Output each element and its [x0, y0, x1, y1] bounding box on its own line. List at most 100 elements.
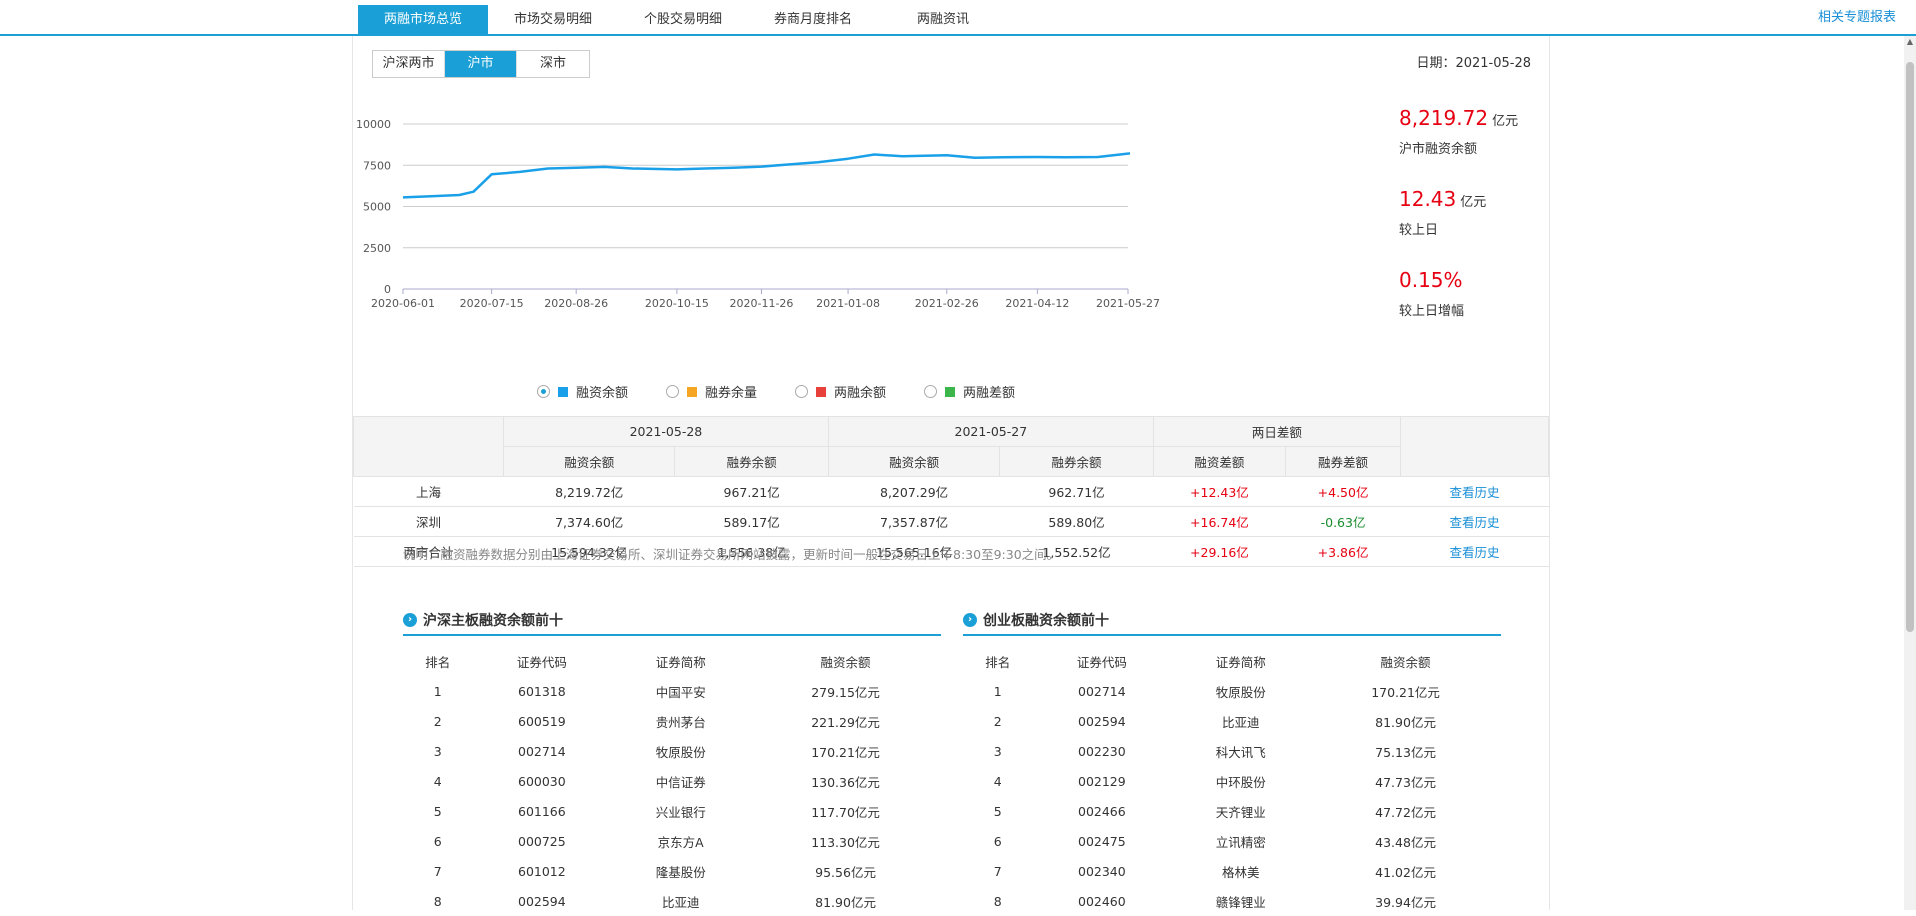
cell: 589.80亿	[999, 506, 1154, 537]
sub-header: 融资差额	[1152, 446, 1287, 477]
color-swatch-icon	[687, 386, 698, 397]
group-header: 2021-05-28	[503, 416, 829, 447]
table-cell: 京东方A	[657, 834, 704, 850]
table-row: 5 002466 天齐锂业 47.72亿元	[963, 796, 1501, 826]
main-content: 沪深两市 沪市 深市 日期：2021-05-28 0 2500 5000 7500 10…	[352, 36, 1550, 910]
scrollbar-thumb[interactable]	[1906, 62, 1914, 632]
diff-cell: +3.86亿	[1285, 536, 1401, 567]
view-history-link[interactable]: 查看历史	[1400, 476, 1549, 507]
balance-value: 8,219.72	[1399, 106, 1489, 130]
color-swatch-icon	[558, 386, 568, 397]
market-tab-sz[interactable]: 深市	[517, 51, 589, 77]
chart-legend: 融资余额 融券余量 两融余额 两融差额	[537, 382, 1015, 401]
table-row: 7 601012 隆基股份 95.56亿元	[403, 856, 941, 886]
table-cell: 47.72亿元	[1375, 804, 1436, 820]
view-history-link[interactable]: 查看历史	[1400, 536, 1549, 567]
tab-broker-ranking[interactable]: 券商月度排名	[748, 5, 878, 34]
sub-header: 融资余额	[502, 446, 676, 477]
table-cell: 比亚迪	[1221, 714, 1260, 730]
table-cell: 39.94亿元	[1375, 894, 1436, 910]
table-row: 4 002129 中环股份 47.73亿元	[963, 766, 1501, 796]
x-tick-label: 2020-07-15	[460, 297, 524, 310]
table-header-row: 排名 证券代码 证券简称 融资余额	[963, 646, 1501, 676]
column-header: 证券简称	[655, 654, 706, 670]
scroll-up-icon[interactable]: ▲	[1904, 36, 1916, 48]
table-cell: 601318	[518, 683, 566, 699]
table-cell: 002340	[1078, 863, 1126, 879]
tab-news[interactable]: 两融资讯	[878, 5, 1008, 34]
top10-table: 排名 证券代码 证券简称 融资余额 1 002714 牧原股份 170.21亿元 2 002594…	[963, 646, 1501, 916]
y-tick-label: 7500	[363, 159, 391, 172]
table-cell: 立讯精密	[1215, 834, 1266, 850]
table-cell: 中国平安	[655, 684, 706, 700]
table-cell: 兴业银行	[655, 804, 706, 820]
table-cell: 75.13亿元	[1375, 744, 1436, 760]
view-history-link[interactable]: 查看历史	[1400, 506, 1549, 537]
column-header: 证券代码	[1076, 654, 1127, 670]
x-tick-label: 2021-02-26	[915, 297, 979, 310]
y-tick-label: 0	[384, 283, 391, 296]
panel-title: › 创业板融资余额前十	[963, 606, 1501, 636]
table-cell: 002594	[1078, 713, 1126, 729]
table-row: 3 002714 牧原股份 170.21亿元	[403, 736, 941, 766]
y-tick-label: 2500	[363, 242, 391, 255]
legend-margin-diff[interactable]: 两融差额	[924, 382, 1015, 401]
table-cell: 5	[993, 803, 1002, 819]
table-cell: 2	[993, 713, 1002, 729]
radio-icon	[666, 385, 680, 398]
radio-icon	[924, 385, 938, 398]
row-name: 深圳	[353, 506, 504, 537]
market-tab-sh[interactable]: 沪市	[445, 51, 517, 77]
table-cell: 002594	[518, 893, 566, 909]
tab-stock-detail[interactable]: 个股交易明细	[618, 5, 748, 34]
table-cell: 7	[993, 863, 1002, 879]
x-tick-label: 2020-10-15	[645, 297, 709, 310]
table-cell: 002129	[1078, 773, 1126, 789]
column-header: 融资余额	[820, 654, 871, 670]
table-cell: 601166	[518, 803, 566, 819]
table-cell: 47.73亿元	[1375, 774, 1436, 790]
table-row: 8 002594 比亚迪 81.90亿元	[403, 886, 941, 916]
column-header: 证券代码	[516, 654, 567, 670]
legend-short-volume[interactable]: 融券余量	[666, 382, 757, 401]
table-cell: 8	[433, 893, 442, 909]
table-cell: 600030	[518, 773, 566, 789]
table-cell: 113.30亿元	[811, 834, 880, 850]
legend-financing-balance[interactable]: 融资余额	[537, 382, 628, 401]
table-cell: 41.02亿元	[1375, 864, 1436, 880]
tab-market-detail[interactable]: 市场交易明细	[488, 5, 618, 34]
cell: 967.21亿	[674, 476, 829, 507]
table-cell: 牧原股份	[655, 744, 706, 760]
color-swatch-icon	[816, 386, 827, 397]
legend-margin-balance[interactable]: 两融余额	[795, 382, 886, 401]
legend-label: 融券余量	[705, 386, 758, 401]
x-tick-label: 2021-04-12	[1005, 297, 1069, 310]
sub-header: 融券差额	[1285, 446, 1401, 477]
table-cell: 隆基股份	[655, 864, 706, 880]
x-tick-label: 2020-08-26	[544, 297, 608, 310]
vertical-scrollbar[interactable]: ▲	[1904, 36, 1916, 910]
tab-overview[interactable]: 两融市场总览	[358, 5, 488, 34]
x-tick-label: 2020-06-01	[371, 297, 435, 310]
diff-cell: -0.63亿	[1285, 506, 1401, 537]
table-row: 5 601166 兴业银行 117.70亿元	[403, 796, 941, 826]
table-header-row: 排名 证券代码 证券简称 融资余额	[403, 646, 941, 676]
change-value: 12.43	[1399, 187, 1457, 211]
group-header: 两日差额	[1152, 416, 1402, 447]
table-cell: 170.21亿元	[1371, 684, 1440, 700]
market-tab-all[interactable]: 沪深两市	[373, 51, 445, 77]
table-cell: 279.15亿元	[811, 684, 880, 700]
table-cell: 4	[433, 773, 442, 789]
table-cell: 81.90亿元	[815, 894, 876, 910]
table-cell: 221.29亿元	[811, 714, 880, 730]
group-header: 2021-05-27	[827, 416, 1154, 447]
column-header: 排名	[985, 654, 1011, 670]
sub-header: 融券余额	[999, 446, 1154, 477]
special-report-link[interactable]: 相关专题报表	[1818, 6, 1896, 25]
table-cell: 中环股份	[1215, 774, 1266, 790]
table-cell: 赣锋锂业	[1215, 894, 1266, 910]
table-row: 上海 8,219.72亿 967.21亿 8,207.29亿 962.71亿 +…	[353, 476, 1549, 507]
diff-cell: +16.74亿	[1153, 506, 1286, 537]
table-cell: 000725	[518, 833, 566, 849]
table-row: 6 002475 立讯精密 43.48亿元	[963, 826, 1501, 856]
